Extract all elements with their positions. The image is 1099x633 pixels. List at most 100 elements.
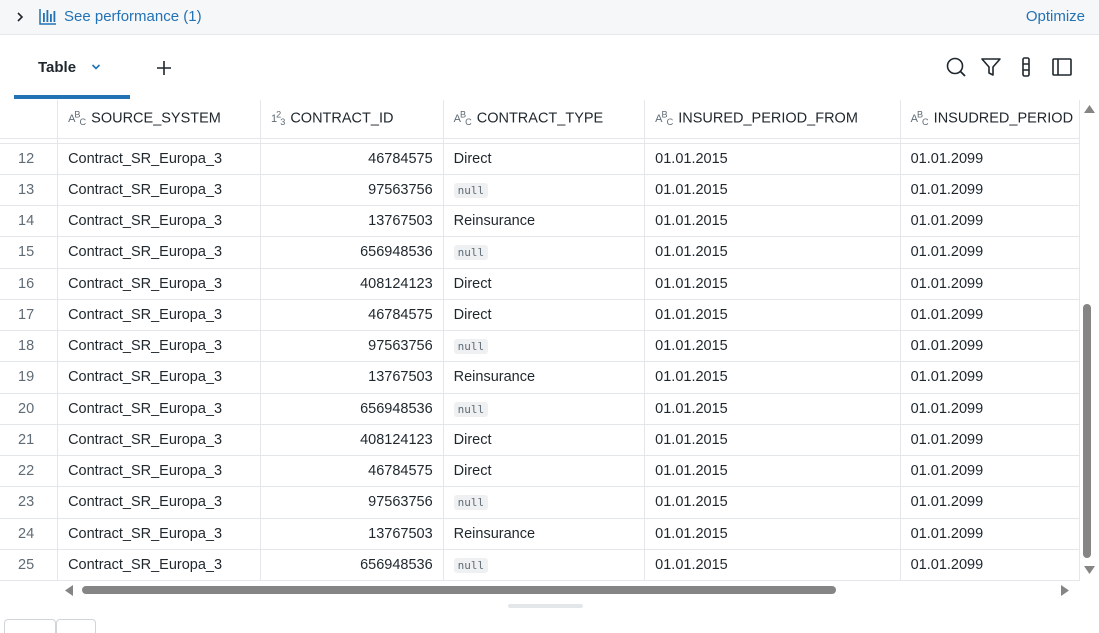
kebab-icon[interactable] [1015, 56, 1037, 78]
cell-source-system[interactable]: Contract_SR_Europa_3 [57, 268, 262, 300]
cell-contract-id[interactable]: 46784575 [260, 143, 444, 175]
cell-insured-period-to[interactable]: 01.01.2099 [900, 393, 1080, 425]
cell-contract-type[interactable]: null [443, 549, 646, 581]
cell-contract-id[interactable]: 97563756 [260, 486, 444, 519]
cell-insured-period-to[interactable]: 01.01.2099 [900, 205, 1080, 238]
cell-contract-id[interactable]: 46784575 [260, 299, 444, 332]
scroll-left-icon[interactable] [64, 585, 74, 596]
row-number[interactable]: 22 [0, 455, 59, 488]
row-number[interactable]: 18 [0, 330, 59, 363]
cell-contract-id[interactable]: 97563756 [260, 330, 444, 363]
vertical-scrollbar[interactable] [1080, 100, 1099, 581]
cell-insured-period-to[interactable]: 01.01.2099 [900, 236, 1080, 269]
cell-source-system[interactable]: Contract_SR_Europa_3 [57, 455, 262, 488]
cell-contract-type[interactable]: Direct [443, 455, 646, 488]
plus-icon[interactable] [154, 58, 174, 78]
cell-insured-period-from[interactable]: 01.01.2015 [644, 268, 901, 300]
cell-contract-type[interactable]: Direct [443, 299, 646, 332]
horizontal-scrollbar[interactable] [58, 581, 1080, 599]
row-number[interactable]: 21 [0, 424, 59, 457]
cell-contract-id[interactable]: 656948536 [260, 393, 444, 425]
cell-contract-type[interactable]: null [443, 174, 646, 207]
cell-insured-period-to[interactable]: 01.01.2099 [900, 299, 1080, 332]
cell-source-system[interactable]: Contract_SR_Europa_3 [57, 393, 262, 425]
bottom-toolbar-button[interactable] [56, 619, 96, 633]
cell-contract-type[interactable]: null [443, 330, 646, 363]
row-number[interactable]: 17 [0, 299, 59, 332]
row-number[interactable]: 14 [0, 205, 59, 238]
scroll-right-icon[interactable] [1060, 585, 1070, 596]
cell-contract-id[interactable]: 656948536 [260, 549, 444, 581]
cell-insured-period-to[interactable]: 01.01.2099 [900, 268, 1080, 300]
cell-contract-type[interactable]: Reinsurance [443, 205, 646, 238]
scroll-down-icon[interactable] [1084, 565, 1095, 575]
row-number[interactable]: 16 [0, 268, 59, 300]
column-header[interactable]: ABC CONTRACT_TYPE [443, 100, 646, 139]
cell-insured-period-to[interactable]: 01.01.2099 [900, 518, 1080, 550]
cell-insured-period-to[interactable]: 01.01.2099 [900, 549, 1080, 581]
column-header[interactable]: 123 CONTRACT_ID [260, 100, 444, 139]
cell-contract-id[interactable]: 656948536 [260, 236, 444, 269]
tab-table[interactable]: Table [14, 36, 130, 99]
cell-source-system[interactable]: Contract_SR_Europa_3 [57, 205, 262, 238]
cell-contract-type[interactable]: null [443, 236, 646, 269]
cell-contract-id[interactable]: 46784575 [260, 455, 444, 488]
sidebar-icon[interactable] [1051, 56, 1073, 78]
see-performance-link[interactable]: See performance (1) [64, 8, 202, 25]
cell-contract-id[interactable]: 13767503 [260, 205, 444, 238]
cell-insured-period-to[interactable]: 01.01.2099 [900, 455, 1080, 488]
cell-source-system[interactable]: Contract_SR_Europa_3 [57, 486, 262, 519]
column-header[interactable]: ABC INSURED_PERIOD_FROM [644, 100, 901, 139]
cell-source-system[interactable]: Contract_SR_Europa_3 [57, 330, 262, 363]
cell-insured-period-from[interactable]: 01.01.2015 [644, 424, 901, 457]
cell-contract-type[interactable]: null [443, 393, 646, 425]
cell-insured-period-from[interactable]: 01.01.2015 [644, 205, 901, 238]
column-header[interactable]: ABC INSUDRED_PERIOD [900, 100, 1080, 139]
bottom-toolbar-button[interactable] [4, 619, 56, 633]
filter-icon[interactable] [980, 56, 1002, 78]
cell-insured-period-to[interactable]: 01.01.2099 [900, 486, 1080, 519]
cell-contract-id[interactable]: 408124123 [260, 424, 444, 457]
vertical-scroll-thumb[interactable] [1083, 304, 1091, 558]
cell-contract-type[interactable]: Direct [443, 424, 646, 457]
chevron-down-icon[interactable] [90, 61, 102, 73]
cell-source-system[interactable]: Contract_SR_Europa_3 [57, 424, 262, 457]
resize-handle[interactable] [508, 604, 583, 608]
cell-contract-type[interactable]: Direct [443, 268, 646, 300]
cell-contract-type[interactable]: Direct [443, 143, 646, 175]
row-number[interactable]: 15 [0, 236, 59, 269]
search-icon[interactable] [945, 56, 967, 78]
cell-source-system[interactable]: Contract_SR_Europa_3 [57, 518, 262, 550]
row-number[interactable]: 20 [0, 393, 59, 425]
cell-source-system[interactable]: Contract_SR_Europa_3 [57, 143, 262, 175]
cell-source-system[interactable]: Contract_SR_Europa_3 [57, 236, 262, 269]
cell-source-system[interactable]: Contract_SR_Europa_3 [57, 549, 262, 581]
cell-insured-period-from[interactable]: 01.01.2015 [644, 393, 901, 425]
cell-insured-period-from[interactable]: 01.01.2015 [644, 518, 901, 550]
cell-contract-id[interactable]: 13767503 [260, 361, 444, 394]
cell-insured-period-from[interactable]: 01.01.2015 [644, 236, 901, 269]
cell-contract-type[interactable]: Reinsurance [443, 518, 646, 550]
column-header[interactable]: ABC SOURCE_SYSTEM [57, 100, 262, 139]
cell-insured-period-to[interactable]: 01.01.2099 [900, 330, 1080, 363]
cell-source-system[interactable]: Contract_SR_Europa_3 [57, 299, 262, 332]
row-number[interactable]: 23 [0, 486, 59, 519]
cell-contract-type[interactable]: Reinsurance [443, 361, 646, 394]
cell-insured-period-to[interactable]: 01.01.2099 [900, 174, 1080, 207]
row-number[interactable]: 12 [0, 143, 59, 175]
horizontal-scroll-thumb[interactable] [82, 586, 836, 594]
cell-insured-period-from[interactable]: 01.01.2015 [644, 486, 901, 519]
cell-insured-period-from[interactable]: 01.01.2015 [644, 174, 901, 207]
cell-insured-period-from[interactable]: 01.01.2015 [644, 455, 901, 488]
cell-source-system[interactable]: Contract_SR_Europa_3 [57, 174, 262, 207]
cell-insured-period-to[interactable]: 01.01.2099 [900, 424, 1080, 457]
scroll-up-icon[interactable] [1084, 104, 1095, 114]
cell-contract-id[interactable]: 13767503 [260, 518, 444, 550]
cell-contract-id[interactable]: 97563756 [260, 174, 444, 207]
optimize-link[interactable]: Optimize [1026, 8, 1085, 25]
chevron-right-icon[interactable] [13, 9, 27, 25]
cell-insured-period-to[interactable]: 01.01.2099 [900, 143, 1080, 175]
row-number[interactable]: 24 [0, 518, 59, 550]
cell-contract-id[interactable]: 408124123 [260, 268, 444, 300]
cell-insured-period-from[interactable]: 01.01.2015 [644, 549, 901, 581]
